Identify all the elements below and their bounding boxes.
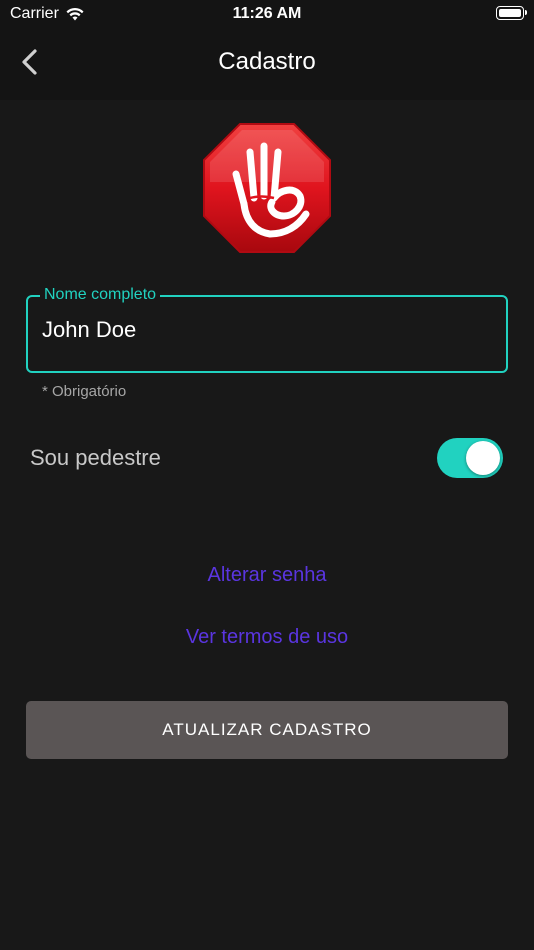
full-name-input[interactable] <box>42 317 482 343</box>
required-hint: * Obrigatório <box>42 383 127 400</box>
full-name-field[interactable]: Nome completo <box>26 285 508 373</box>
status-bar: Carrier 11:26 AM <box>0 0 534 30</box>
stop-hand-logo-icon <box>203 123 331 253</box>
full-name-label: Nome completo <box>40 285 161 305</box>
page-title: Cadastro <box>218 48 316 75</box>
pedestrian-toggle[interactable] <box>437 438 503 478</box>
toggle-knob <box>466 441 500 475</box>
terms-of-use-link[interactable]: Ver termos de uso <box>0 626 534 649</box>
update-registration-button[interactable]: ATUALIZAR CADASTRO <box>26 701 508 759</box>
pedestrian-toggle-label: Sou pedestre <box>30 445 161 470</box>
clock: 11:26 AM <box>232 5 302 22</box>
battery-icon <box>496 6 527 20</box>
navigation-bar: Cadastro <box>0 30 534 100</box>
change-password-link[interactable]: Alterar senha <box>0 564 534 587</box>
